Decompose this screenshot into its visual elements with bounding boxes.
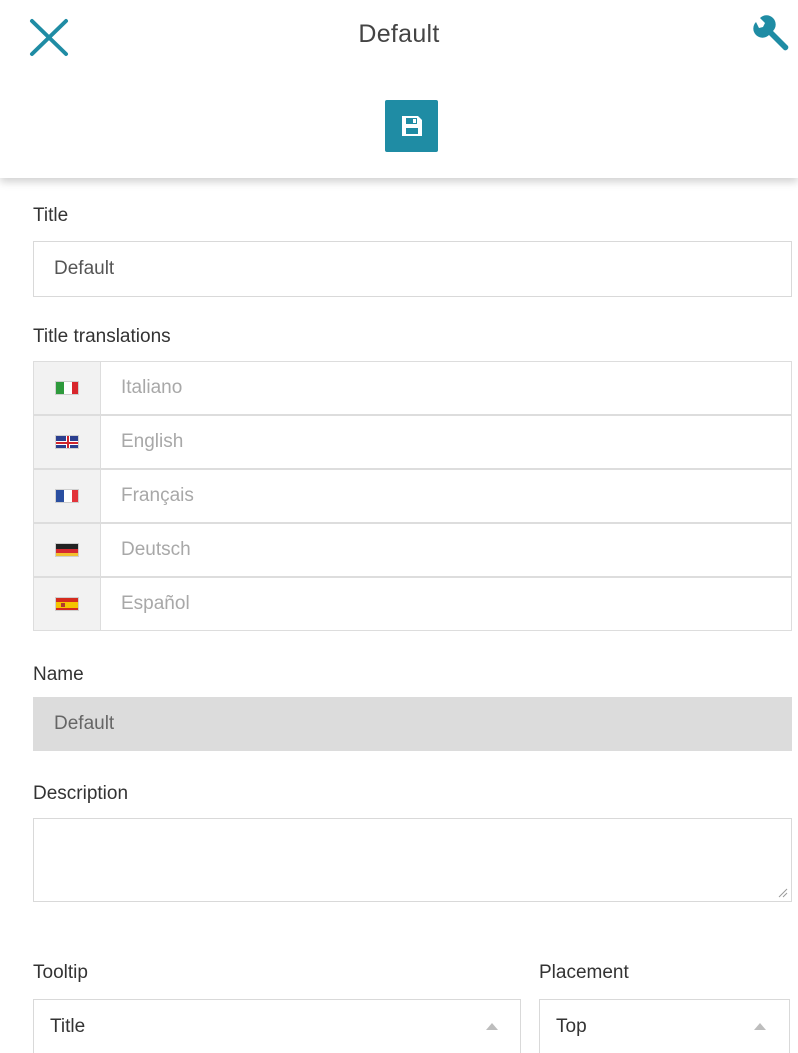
resize-grip-icon[interactable] — [777, 887, 788, 898]
flag-es-icon — [55, 597, 79, 611]
flag-fr-icon — [55, 489, 79, 503]
translation-row-espanol: Español — [33, 577, 792, 631]
translation-input-francais[interactable]: Français — [121, 485, 194, 507]
floppy-disk-icon — [402, 116, 422, 136]
translation-row-english: English — [33, 415, 792, 469]
flag-cell — [34, 416, 101, 468]
description-textarea[interactable] — [33, 818, 792, 902]
translation-row-italiano: Italiano — [33, 361, 792, 415]
wrench-icon — [753, 15, 789, 51]
settings-button[interactable] — [750, 14, 792, 56]
save-button[interactable] — [385, 100, 438, 152]
translation-row-francais: Français — [33, 469, 792, 523]
translation-input-english[interactable]: English — [121, 431, 183, 453]
flag-it-icon — [55, 381, 79, 395]
name-field: Default — [33, 697, 792, 751]
flag-de-icon — [55, 543, 79, 557]
flag-uk-icon — [55, 435, 79, 449]
title-translations-label: Title translations — [33, 326, 171, 347]
caret-up-icon — [486, 1023, 498, 1030]
flag-cell — [34, 470, 101, 522]
tooltip-label: Tooltip — [33, 962, 88, 983]
tooltip-select[interactable]: Title — [33, 999, 521, 1053]
name-label: Name — [33, 664, 84, 685]
translation-input-italiano[interactable]: Italiano — [121, 377, 182, 399]
description-label: Description — [33, 783, 129, 804]
translation-input-deutsch[interactable]: Deutsch — [121, 539, 191, 561]
translation-row-deutsch: Deutsch — [33, 523, 792, 577]
tooltip-selected-value: Title — [50, 1016, 86, 1037]
placement-select[interactable]: Top — [539, 999, 790, 1053]
top-bar: Default — [0, 0, 798, 178]
flag-cell — [34, 524, 101, 576]
translation-input-espanol[interactable]: Español — [121, 593, 190, 615]
title-input[interactable]: Default — [33, 241, 792, 297]
flag-cell — [34, 362, 101, 414]
caret-up-icon — [754, 1023, 766, 1030]
flag-cell — [34, 578, 101, 630]
placement-label: Placement — [539, 962, 629, 983]
placement-selected-value: Top — [556, 1016, 587, 1037]
title-label: Title — [33, 205, 69, 226]
page-title: Default — [358, 20, 440, 48]
